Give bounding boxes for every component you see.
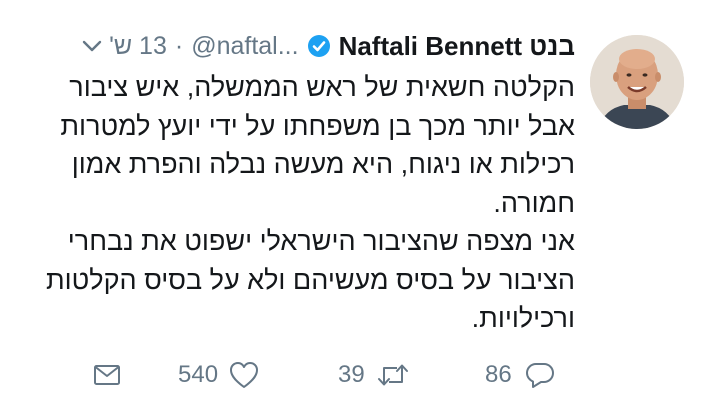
- reply-icon: [524, 360, 556, 390]
- tweet-header: בנט Naftali Bennett @naftal... · 13 ש': [79, 28, 575, 64]
- action-bar: 540 39 86: [0, 357, 720, 397]
- reply-count: 86: [485, 361, 512, 388]
- chevron-down-icon[interactable]: [79, 33, 105, 59]
- avatar[interactable]: [590, 35, 684, 129]
- like-button[interactable]: 540: [178, 357, 260, 393]
- verified-badge-icon: [307, 34, 331, 58]
- separator-dot: ·: [174, 31, 184, 60]
- heart-icon: [228, 360, 260, 390]
- user-handle[interactable]: @naftal...: [191, 32, 298, 61]
- mail-icon: [92, 360, 122, 390]
- tweet-text-paragraph: אני מצפה שהציבור הישראלי ישפוט את נבחרי …: [45, 226, 575, 333]
- tweet-card[interactable]: בנט Naftali Bennett @naftal... · 13 ש' ה…: [0, 0, 720, 405]
- display-name[interactable]: בנט Naftali Bennett: [339, 31, 575, 62]
- tweet-text-paragraph: הקלטה חשאית של ראש הממשלה, איש ציבור אבל…: [60, 72, 575, 218]
- like-count: 540: [178, 361, 219, 388]
- retweet-count: 39: [338, 361, 365, 388]
- tweet-text: הקלטה חשאית של ראש הממשלה, איש ציבור אבל…: [15, 68, 575, 338]
- retweet-icon: [375, 360, 411, 390]
- retweet-button[interactable]: 39: [338, 357, 411, 393]
- avatar-photo: [590, 35, 684, 129]
- dm-button[interactable]: [92, 357, 122, 393]
- tweet-time[interactable]: 13 ש': [109, 32, 167, 61]
- reply-button[interactable]: 86: [485, 357, 556, 393]
